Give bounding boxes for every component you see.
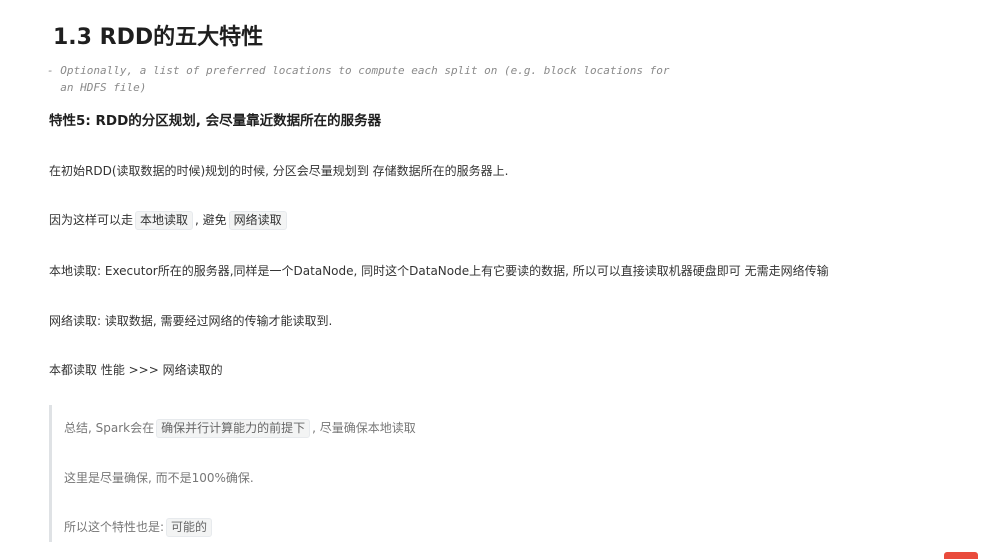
blockquote-text: 总结, Spark会在	[64, 421, 155, 435]
blockquote-conclusion-line: 所以这个特性也是: 可能的	[64, 518, 214, 537]
summary-blockquote: 总结, Spark会在 确保并行计算能力的前提下, 尽量确保本地读取 这里是尽量确…	[49, 405, 612, 542]
blockquote-summary-line: 总结, Spark会在 确保并行计算能力的前提下, 尽量确保本地读取	[64, 419, 416, 438]
inline-code-parallel-premise: 确保并行计算能力的前提下	[156, 419, 311, 438]
paragraph-text: 因为这样可以走	[49, 213, 134, 227]
feature-5-subheading: 特性5: RDD的分区规划, 会尽量靠近数据所在的服务器	[49, 113, 382, 129]
blockquote-text: 所以这个特性也是:	[64, 520, 165, 534]
section-heading: 1.3 RDD的五大特性	[53, 25, 264, 50]
blockquote-best-effort-line: 这里是尽量确保, 而不是100%确保.	[64, 471, 254, 485]
paragraph-local-read-reason: 因为这样可以走 本地读取, 避免 网络读取	[49, 211, 289, 230]
paragraph-network-read-definition: 网络读取: 读取数据, 需要经过网络的传输才能读取到.	[49, 314, 333, 328]
paragraph-local-read-definition: 本地读取: Executor所在的服务器,同样是一个DataNode, 同时这个…	[49, 264, 829, 278]
blockquote-text: , 尽量确保本地读取	[312, 421, 416, 435]
spec-quote-code: - Optionally, a list of preferred locati…	[47, 64, 670, 94]
document-page: 1.3 RDD的五大特性 - Optionally, a list of pre…	[0, 0, 982, 559]
paragraph-performance-comparison: 本都读取 性能 >>> 网络读取的	[49, 363, 223, 377]
inline-code-network-read: 网络读取	[228, 211, 287, 230]
inline-code-possible: 可能的	[166, 518, 213, 537]
inline-code-local-read: 本地读取	[135, 211, 194, 230]
paragraph-initial-rdd: 在初始RDD(读取数据的时候)规划的时候, 分区会尽量规划到 存储数据所在的服务…	[49, 164, 509, 178]
corner-badge	[944, 552, 978, 559]
paragraph-text: , 避免	[195, 213, 227, 227]
